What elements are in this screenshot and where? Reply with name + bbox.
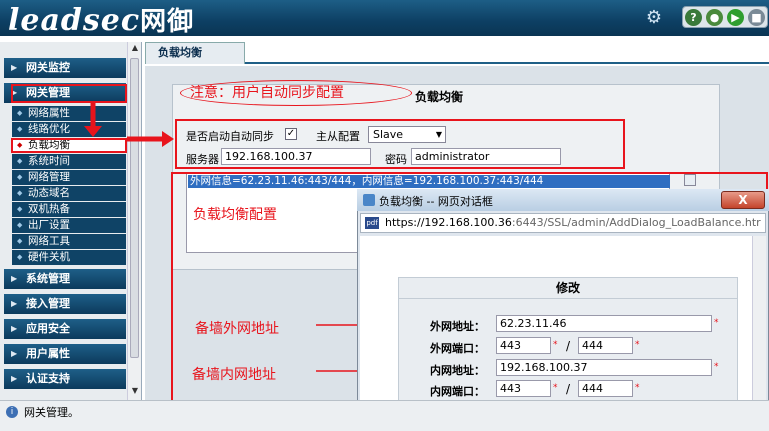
- url-path: :6443/SSL/admin/AddDialog_LoadBalance.ht…: [511, 216, 761, 229]
- ext-port-label: 外网端口：: [430, 342, 485, 355]
- int-port-end-input[interactable]: 444: [578, 380, 633, 397]
- arrow-right-head: [162, 131, 174, 147]
- screen: leadsec网御 ⚙ ? ● ▶ ■ 网关监控 网关管理 网络属性 线路优化 …: [0, 0, 769, 431]
- dialog-titlebar[interactable]: 负载均衡 -- 网页对话框: [357, 189, 769, 211]
- required-mark: *: [714, 362, 719, 372]
- required-mark: *: [714, 318, 719, 328]
- port-separator: /: [566, 382, 571, 396]
- page-icon: pdf: [365, 217, 379, 229]
- int-addr-label: 内网地址：: [430, 364, 485, 377]
- ext-addr-label: 外网地址：: [430, 320, 485, 333]
- required-mark: *: [635, 340, 640, 350]
- int-port-label: 内网端口：: [430, 385, 485, 398]
- required-mark: *: [553, 340, 558, 350]
- address-bar: pdf https://192.168.100.36:6443/SSL/admi…: [360, 213, 766, 233]
- ext-port-end-input[interactable]: 444: [578, 337, 633, 354]
- ext-port-start-input[interactable]: 443: [496, 337, 551, 354]
- arrow-down-head: [84, 126, 102, 137]
- close-button[interactable]: X: [721, 191, 765, 209]
- ext-addr-input[interactable]: 62.23.11.46: [496, 315, 712, 332]
- status-bar: i 网关管理。: [0, 400, 769, 431]
- port-separator: /: [566, 339, 571, 353]
- url-host: https://192.168.100.36: [385, 216, 512, 229]
- form-title: 修改: [398, 277, 738, 299]
- int-addr-input[interactable]: 192.168.100.37: [496, 359, 712, 376]
- info-icon: i: [6, 406, 18, 418]
- status-text: 网关管理。: [24, 406, 79, 419]
- required-mark: *: [635, 383, 640, 393]
- required-mark: *: [553, 383, 558, 393]
- dialog-title: 负载均衡 -- 网页对话框: [379, 195, 493, 208]
- int-port-start-input[interactable]: 443: [496, 380, 551, 397]
- ie-icon: [363, 194, 375, 206]
